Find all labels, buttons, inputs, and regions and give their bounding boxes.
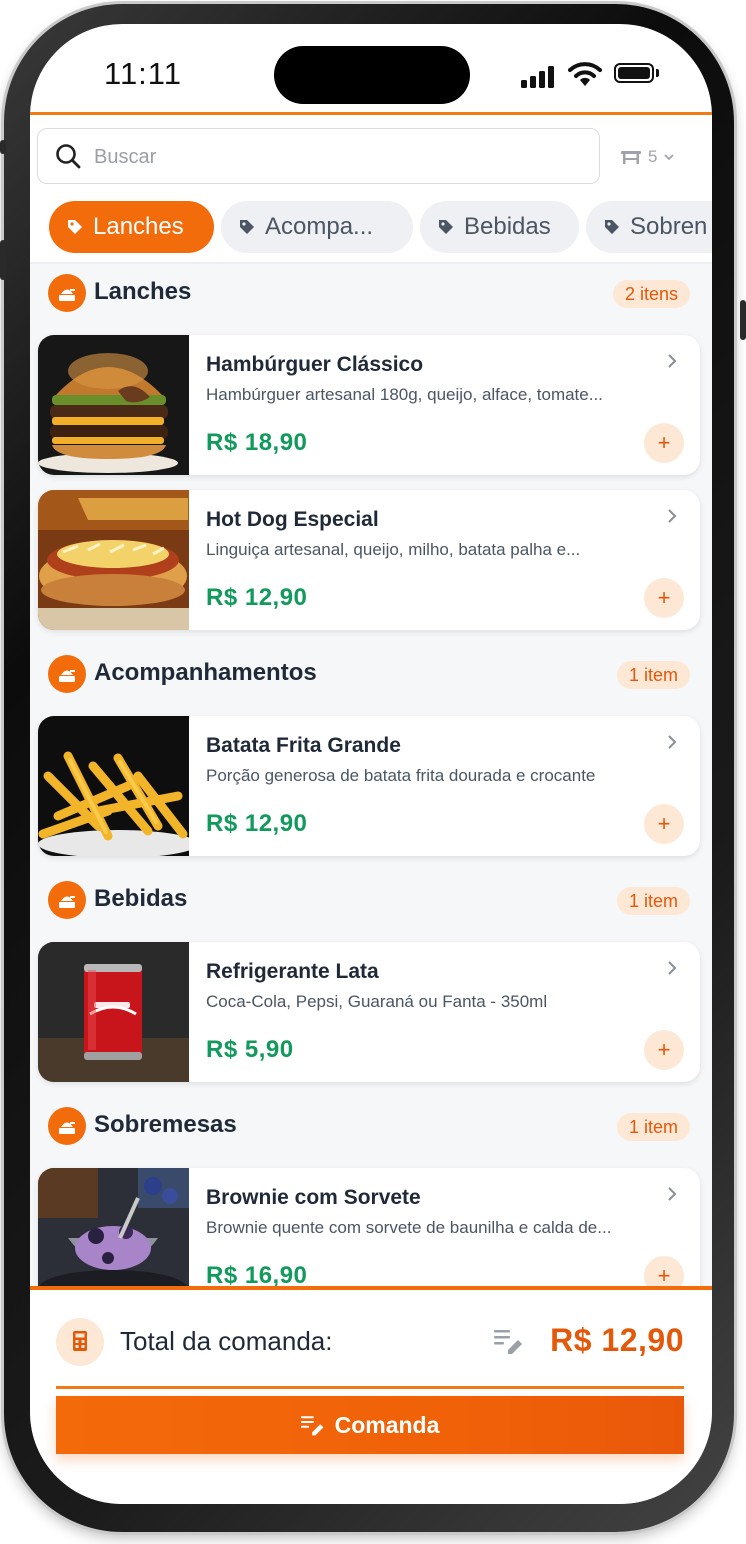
chevron-down-icon [664, 154, 675, 161]
search-icon [56, 144, 81, 169]
add-to-order-button[interactable]: + [644, 804, 684, 844]
battery-icon [614, 63, 660, 85]
product-name: Batata Frita Grande [206, 734, 401, 757]
chevron-right-icon [668, 509, 677, 523]
tag-icon [605, 220, 619, 234]
cellular-signal-icon [521, 64, 557, 88]
search-row: 5 [30, 118, 712, 190]
tab-label: Sobren [630, 213, 708, 240]
tab-label: Acompa... [265, 213, 374, 240]
add-to-order-button[interactable]: + [644, 578, 684, 618]
menu-list[interactable]: Lanches 2 itens Hambúrguer Clássico Hamb… [30, 264, 712, 1286]
section-count-badge: 1 item [616, 887, 690, 915]
product-price: R$ 12,90 [206, 810, 308, 837]
search-field[interactable] [37, 128, 600, 184]
calculator-icon [56, 1318, 104, 1366]
comanda-button[interactable]: Comanda [56, 1396, 684, 1454]
table-icon [621, 151, 641, 164]
product-image-soda [38, 942, 189, 1082]
status-time: 11:11 [104, 56, 182, 91]
product-card-refrigerante[interactable]: Refrigerante Lata Coca-Cola, Pepsi, Guar… [38, 942, 700, 1082]
section-header-sobremesas: Sobremesas 1 item [30, 1097, 712, 1153]
product-price: R$ 5,90 [206, 1036, 294, 1063]
total-label: Total da comanda: [120, 1326, 333, 1356]
dynamic-island [274, 46, 470, 104]
status-bar: 11:11 [30, 24, 712, 114]
tag-icon [68, 220, 82, 234]
product-description: Linguiça artesanal, queijo, milho, batat… [206, 540, 581, 559]
tag-icon [439, 220, 453, 234]
phone-volume-up [0, 240, 6, 280]
section-count-badge: 1 item [616, 661, 690, 689]
edit-list-icon [300, 1416, 323, 1436]
section-title: Lanches [94, 278, 192, 305]
summary-accent-line [30, 1286, 712, 1290]
tab-lanches[interactable]: Lanches [49, 201, 214, 253]
tab-label: Bebidas [464, 213, 551, 240]
section-count-badge: 2 itens [612, 280, 690, 308]
phone-power-button [740, 300, 746, 340]
food-tray-icon [48, 274, 86, 312]
product-image-hotdog [38, 490, 189, 630]
product-name: Brownie com Sorvete [206, 1186, 421, 1209]
product-price: R$ 12,90 [206, 584, 308, 611]
phone-side-button [0, 140, 6, 154]
product-name: Refrigerante Lata [206, 960, 379, 983]
summary-separator [56, 1386, 684, 1389]
product-card-batata[interactable]: Batata Frita Grande Porção generosa de b… [38, 716, 700, 856]
chevron-right-icon [668, 735, 677, 749]
chevron-right-icon [668, 961, 677, 975]
section-count-badge: 1 item [616, 1113, 690, 1141]
table-selector[interactable]: 5 [620, 142, 675, 172]
tab-acompanhamentos[interactable]: Acompa... [221, 201, 413, 253]
product-price: R$ 18,90 [206, 429, 308, 456]
product-name: Hot Dog Especial [206, 508, 379, 531]
section-title: Acompanhamentos [94, 659, 317, 686]
product-description: Porção generosa de batata frita dourada … [206, 766, 596, 785]
tab-label: Lanches [93, 213, 184, 240]
product-card-hamburguer[interactable]: Hambúrguer Clássico Hambúrguer artesanal… [38, 335, 700, 475]
product-card-hotdog[interactable]: Hot Dog Especial Linguiça artesanal, que… [38, 490, 700, 630]
tab-bebidas[interactable]: Bebidas [420, 201, 579, 253]
product-image-burger [38, 335, 189, 475]
product-name: Hambúrguer Clássico [206, 353, 424, 376]
section-title: Sobremesas [94, 1111, 237, 1138]
total-value: R$ 12,90 [550, 1322, 684, 1358]
chevron-right-icon [668, 1187, 677, 1201]
section-header-lanches: Lanches 2 itens [30, 264, 712, 320]
category-tabs: Lanches Acompa... Bebidas Sobren [30, 200, 712, 256]
search-input[interactable] [92, 137, 576, 177]
edit-list-icon[interactable] [494, 1328, 524, 1354]
food-tray-icon [48, 655, 86, 693]
food-tray-icon [48, 1107, 86, 1145]
tab-sobremesas[interactable]: Sobren [586, 201, 712, 253]
section-header-acompanhamentos: Acompanhamentos 1 item [30, 645, 712, 701]
product-image-dessert [38, 1168, 189, 1286]
food-tray-icon [48, 881, 86, 919]
table-number: 5 [648, 147, 658, 166]
product-image-fries [38, 716, 189, 856]
product-card-brownie[interactable]: Brownie com Sorvete Brownie quente com s… [38, 1168, 700, 1286]
product-price: R$ 16,90 [206, 1262, 308, 1286]
chevron-right-icon [668, 354, 677, 368]
product-description: Brownie quente com sorvete de baunilha e… [206, 1218, 612, 1237]
product-description: Hambúrguer artesanal 180g, queijo, alfac… [206, 385, 603, 404]
header-accent-line [30, 112, 712, 115]
section-header-bebidas: Bebidas 1 item [30, 871, 712, 927]
section-title: Bebidas [94, 885, 188, 912]
app-screen: 11:11 5 [30, 24, 712, 1504]
add-to-order-button[interactable]: + [644, 423, 684, 463]
comanda-button-label: Comanda [334, 1411, 440, 1438]
tag-icon [240, 220, 254, 234]
order-summary-bar: Total da comanda: R$ 12,90 Comanda [30, 1286, 712, 1504]
add-to-order-button[interactable]: + [644, 1030, 684, 1070]
wifi-icon [568, 62, 602, 86]
add-to-order-button[interactable]: + [644, 1256, 684, 1286]
product-description: Coca-Cola, Pepsi, Guaraná ou Fanta - 350… [206, 992, 548, 1011]
